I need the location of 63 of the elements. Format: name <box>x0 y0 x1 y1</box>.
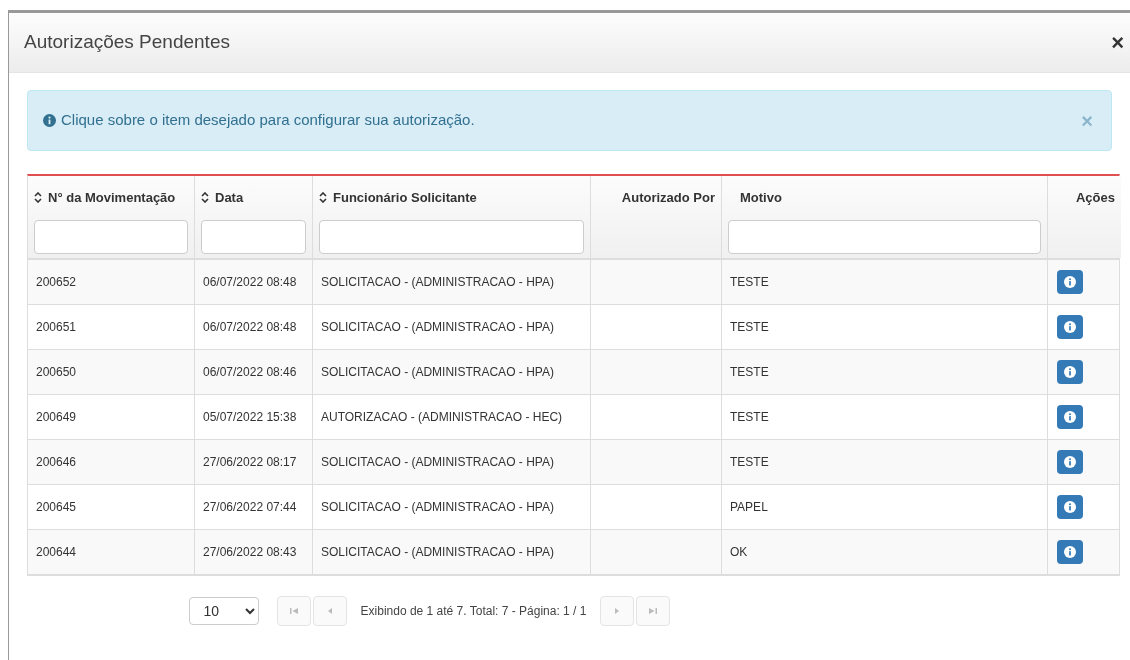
filter-field[interactable] <box>201 219 306 254</box>
info-button[interactable] <box>1057 270 1083 294</box>
table-cell-text: SOLICITACAO - (ADMINISTRACAO - HPA) <box>321 364 554 381</box>
column-header[interactable]: Funcionário Solicitante <box>333 188 477 208</box>
info-button[interactable] <box>1057 540 1083 564</box>
info-icon <box>1064 321 1076 333</box>
info-icon <box>1064 501 1076 513</box>
filter-field[interactable] <box>34 219 188 254</box>
table-cell-text: 200652 <box>36 274 77 291</box>
info-icon <box>1064 276 1076 288</box>
sort-icon <box>201 192 209 204</box>
first-page-icon <box>288 606 299 616</box>
column-header: Motivo <box>740 189 782 207</box>
table-cell-text: 200650 <box>36 364 77 381</box>
pagination-summary: Exibindo de 1 até 7. Total: 7 - Página: 1 / 1 <box>360 603 587 620</box>
table-cell-text: SOLICITACAO - (ADMINISTRACAO - HPA) <box>321 454 554 471</box>
table-cell-text: SOLICITACAO - (ADMINISTRACAO - HPA) <box>321 499 554 516</box>
column-header[interactable]: Data <box>215 188 244 208</box>
info-icon <box>43 114 56 127</box>
page-size-select[interactable]: 10 <box>188 597 259 625</box>
table-cell-text: 06/07/2022 08:46 <box>203 364 297 381</box>
table-cell-text: 06/07/2022 08:48 <box>203 319 297 336</box>
table-cell-text: 27/06/2022 08:43 <box>203 544 297 561</box>
table-cell-text: TESTE <box>730 454 769 471</box>
info-button[interactable] <box>1057 450 1083 474</box>
table-cell-text: 05/07/2022 15:38 <box>203 409 297 426</box>
table-cell-text: 200646 <box>36 454 77 471</box>
info-icon <box>1064 456 1076 468</box>
table-cell-text: SOLICITACAO - (ADMINISTRACAO - HPA) <box>321 319 554 336</box>
table-cell-text: SOLICITACAO - (ADMINISTRACAO - HPA) <box>321 544 554 561</box>
column-header[interactable]: N° da Movimentação <box>48 188 176 208</box>
filter-field[interactable] <box>728 219 1041 254</box>
column-header: Autorizado Por <box>621 189 715 207</box>
alert-message: Clique sobre o item desejado para configurar sua autorização. <box>61 110 475 131</box>
sort-icon <box>34 192 42 204</box>
table-cell-text: TESTE <box>730 409 769 426</box>
info-icon <box>1064 546 1076 558</box>
table-cell-text: 200651 <box>36 319 77 336</box>
info-button[interactable] <box>1057 360 1083 384</box>
table-cell-text: SOLICITACAO - (ADMINISTRACAO - HPA) <box>321 274 554 291</box>
modal-title: Autorizações Pendentes <box>24 30 230 55</box>
info-button[interactable] <box>1057 315 1083 339</box>
info-icon <box>1064 366 1076 378</box>
info-button[interactable] <box>1057 405 1083 429</box>
column-header: Ações <box>1075 189 1115 207</box>
table-cell-text: 200644 <box>36 544 77 561</box>
table-cell-text: TESTE <box>730 274 769 291</box>
table-cell-text: PAPEL <box>730 499 768 516</box>
table-cell-text: 06/07/2022 08:48 <box>203 274 297 291</box>
sort-icon <box>319 192 327 204</box>
last-page-icon <box>648 606 659 616</box>
close-button[interactable]: × <box>1111 31 1124 54</box>
table-cell-text: 200645 <box>36 499 77 516</box>
table-cell-text: AUTORIZACAO - (ADMINISTRACAO - HEC) <box>321 409 563 426</box>
table-cell-text: TESTE <box>730 319 769 336</box>
table-cell-text: 27/06/2022 07:44 <box>203 499 297 516</box>
table-cell-text: 27/06/2022 08:17 <box>203 454 297 471</box>
info-button[interactable] <box>1057 495 1083 519</box>
table-cell-text: 200649 <box>36 409 77 426</box>
table-cell-text: OK <box>730 544 748 561</box>
filter-field[interactable] <box>319 219 584 254</box>
table-cell-text: TESTE <box>730 364 769 381</box>
info-icon <box>1064 411 1076 423</box>
